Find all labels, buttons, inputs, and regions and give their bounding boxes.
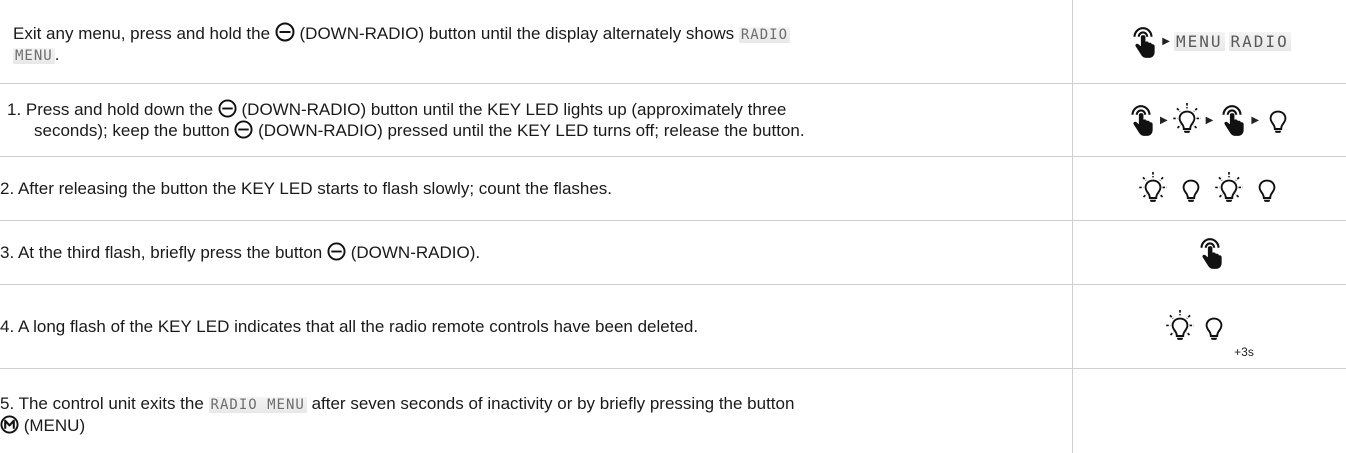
menu-button-icon	[0, 415, 19, 434]
text-segment: seconds); keep the button	[34, 121, 230, 140]
lcd-display: RADIO	[1228, 32, 1291, 51]
arrow-icon: ▶	[1205, 114, 1214, 126]
down-radio-button-icon	[275, 22, 295, 42]
instruction-text: 1. Press and hold down the (DOWN-RADIO) …	[7, 99, 1069, 141]
icon-cell: ▶ ▶ ▶	[1073, 84, 1346, 156]
led-on-icon	[1138, 171, 1168, 207]
led-off-icon	[1176, 171, 1206, 207]
icon-cell: +3s	[1073, 285, 1346, 368]
text-segment: (MENU)	[23, 416, 86, 435]
instruction-row-step-1: 1. Press and hold down the (DOWN-RADIO) …	[0, 84, 1346, 157]
led-off-icon	[1199, 309, 1229, 345]
duration-label: +3s	[1234, 345, 1254, 359]
arrow-icon: ▶	[1162, 36, 1170, 47]
instruction-text: 3. At the third flash, briefly press the…	[0, 242, 1062, 263]
press-hand-icon	[1126, 102, 1156, 138]
instruction-row-step-2: 2. After releasing the button the KEY LE…	[0, 157, 1346, 221]
text-segment: 3. At the third flash, briefly press the…	[0, 243, 323, 262]
instruction-text: 4. A long flash of the KEY LED indicates…	[0, 317, 699, 336]
arrow-icon: ▶	[1159, 114, 1168, 126]
lcd-text: RADIO	[738, 27, 791, 43]
press-hand-icon	[1217, 102, 1247, 138]
press-hand-icon	[1128, 24, 1158, 60]
press-hand-icon	[1195, 235, 1225, 271]
arrow-icon: ▶	[1251, 114, 1260, 126]
text-segment: (DOWN-RADIO) pressed until the KEY LED t…	[258, 121, 805, 140]
instruction-text: Exit any menu, press and hold the (DOWN-…	[13, 22, 1063, 66]
icon-cell: ▶ MENU RADIO	[1073, 0, 1346, 83]
text-segment: after seven seconds of inactivity or by …	[311, 394, 795, 413]
instruction-table: Exit any menu, press and hold the (DOWN-…	[0, 0, 1346, 453]
lcd-text: MENU	[13, 48, 55, 64]
text-segment: (DOWN-RADIO) button until the display al…	[299, 24, 735, 43]
down-radio-button-icon	[218, 99, 237, 118]
instruction-row-step-5: 5. The control unit exits the RADIO MENU…	[0, 369, 1346, 453]
icon-cell	[1073, 157, 1346, 220]
instruction-row-intro: Exit any menu, press and hold the (DOWN-…	[0, 0, 1346, 84]
text-segment: Exit any menu, press and hold the	[13, 24, 271, 43]
instruction-row-step-4: 4. A long flash of the KEY LED indicates…	[0, 285, 1346, 369]
text-segment: 1. Press and hold down the	[7, 100, 214, 119]
text-segment: (DOWN-RADIO) button until the KEY LED li…	[241, 100, 787, 119]
down-radio-button-icon	[327, 242, 346, 261]
instruction-row-step-3: 3. At the third flash, briefly press the…	[0, 221, 1346, 285]
instruction-text: 2. After releasing the button the KEY LE…	[0, 179, 613, 198]
down-radio-button-icon	[234, 120, 253, 139]
led-on-icon	[1214, 171, 1244, 207]
lcd-display: MENU	[1174, 32, 1225, 51]
text-segment: .	[54, 45, 60, 64]
led-on-icon	[1172, 102, 1202, 138]
text-segment: 5. The control unit exits the	[0, 394, 204, 413]
led-on-icon	[1165, 309, 1195, 345]
led-off-icon	[1263, 102, 1293, 138]
text-segment: (DOWN-RADIO).	[350, 243, 481, 262]
lcd-text: RADIO MENU	[208, 397, 307, 413]
led-off-icon	[1252, 171, 1282, 207]
instruction-text: 5. The control unit exits the RADIO MENU…	[0, 394, 1062, 436]
icon-cell	[1073, 221, 1346, 284]
